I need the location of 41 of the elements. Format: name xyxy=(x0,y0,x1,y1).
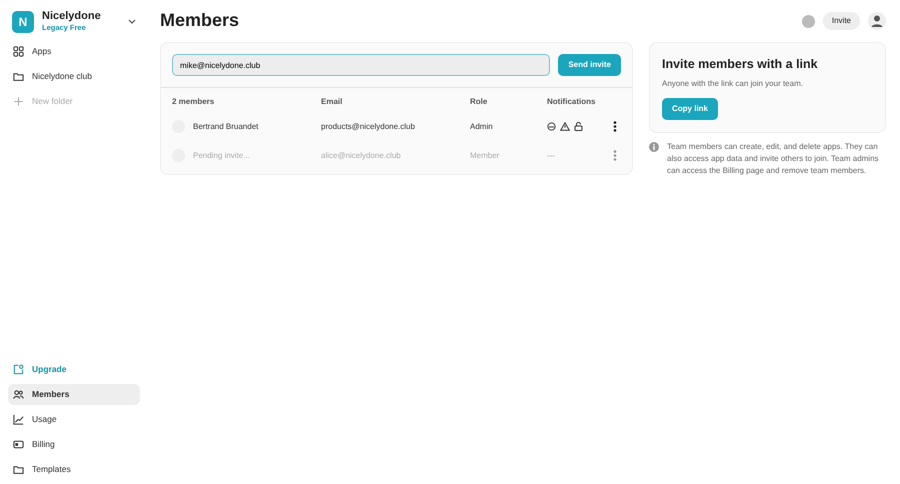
more-icon[interactable] xyxy=(613,121,617,132)
grid-icon xyxy=(13,46,24,58)
role-cell: Admin xyxy=(470,122,493,131)
sidebar-item[interactable]: Upgrade xyxy=(8,359,140,380)
column-header: Email xyxy=(321,96,344,108)
email-cell: products@nicelydone.club xyxy=(321,122,415,131)
sidebar-item[interactable]: Templates xyxy=(8,459,140,480)
sidebar-item[interactable]: Billing xyxy=(8,434,140,455)
workspace-logo: N xyxy=(12,10,34,33)
sidebar-item[interactable]: Apps xyxy=(8,41,140,62)
workspace-name: Nicelydone xyxy=(42,10,102,22)
member-name: Bertrand Bruandet xyxy=(193,120,258,132)
card-text: Anyone with the link can join your team. xyxy=(662,78,804,90)
upgrade-icon xyxy=(13,364,24,375)
page-title: Members xyxy=(160,10,240,32)
notifications-cell: — xyxy=(547,150,555,162)
email-cell: alice@nicelydone.club xyxy=(321,150,401,160)
folder-icon xyxy=(13,71,24,82)
column-header: Role xyxy=(470,96,488,108)
warning-icon[interactable] xyxy=(560,122,570,131)
email-input-field[interactable]: mike@nicelydone.club xyxy=(172,54,550,76)
sidebar-item[interactable]: Members xyxy=(8,384,140,405)
user-avatar-icon[interactable] xyxy=(868,12,886,30)
column-header: Notifications xyxy=(547,96,596,108)
sidebar-item[interactable]: Nicelydone club xyxy=(8,66,140,88)
users-icon xyxy=(13,389,24,400)
lock-icon[interactable] xyxy=(574,122,583,131)
folder-icon xyxy=(13,464,24,475)
line-chart-icon xyxy=(13,414,24,425)
info-icon xyxy=(649,142,659,152)
card-icon xyxy=(13,439,24,450)
plus-icon xyxy=(13,96,24,108)
member-name: Pending invite... xyxy=(193,150,250,162)
role-cell: Member xyxy=(470,150,500,160)
invite-button[interactable]: Invite xyxy=(822,12,860,30)
column-header: 2 members xyxy=(172,96,216,108)
info-note: Team members can create, edit, and delete apps. They can also access app data and invite others to join. Team admins can access the Billing page and remove team members. xyxy=(667,140,880,177)
status-dot xyxy=(802,14,815,28)
sidebar-item[interactable]: Usage xyxy=(8,409,140,430)
card-title: Invite members with a link xyxy=(662,56,819,73)
chevron-down-icon[interactable] xyxy=(128,18,136,25)
